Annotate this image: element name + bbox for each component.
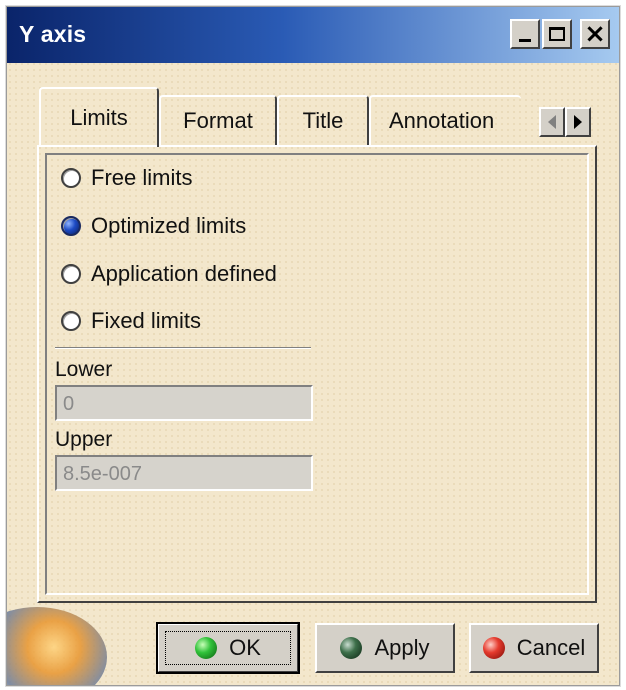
tab-scroll-right-button[interactable] [565,107,591,137]
radio-label: Application defined [91,261,277,286]
tab-label: Limits [70,105,128,130]
window-title: Y axis [19,21,87,47]
apply-label: Apply [374,635,430,660]
maximize-icon [549,27,565,41]
radio-label: Optimized limits [91,213,247,238]
arrow-right-icon [574,115,582,129]
tab-annotation[interactable]: Annotation [369,95,521,145]
cancel-button[interactable]: Cancel [469,623,599,673]
ok-button[interactable]: OK [156,622,300,674]
cancel-label: Cancel [516,635,586,660]
tab-bar: Limits Format Title Annotation [35,87,595,147]
radio-label: Free limits [91,165,193,190]
tab-limits[interactable]: Limits [39,87,159,147]
maximize-button[interactable] [542,19,572,49]
tab-label: Title [302,108,344,133]
lower-label: Lower [55,358,113,381]
dark-green-ball-icon [340,637,363,659]
limits-panel-inner: Free limits Optimized limits Application… [45,153,589,595]
radio-label: Fixed limits [91,308,202,333]
minimize-button[interactable] [510,19,540,49]
close-icon: × [584,19,606,49]
tab-scroll-left-button[interactable] [539,107,565,137]
close-button[interactable]: × [580,19,610,49]
minimize-icon [519,38,531,42]
dialog-window: Y axis × Limits Format Title Annotation … [6,6,620,686]
limits-panel: Free limits Optimized limits Application… [37,145,597,603]
upper-limit-field: 8.5e-007 [55,455,313,491]
tab-label: Format [183,108,253,133]
tab-label: Annotation [389,108,495,133]
title-bar[interactable]: Y axis × [7,7,619,63]
radio-button-icon[interactable] [61,264,81,284]
radio-button-checked-icon[interactable] [61,216,81,236]
apply-button[interactable]: Apply [315,623,455,673]
tab-title[interactable]: Title [277,95,369,145]
radio-button-icon[interactable] [61,311,81,331]
upper-label: Upper [55,428,113,451]
radio-fixed-limits[interactable]: Fixed limits [61,308,201,334]
radio-optimized-limits[interactable]: Optimized limits [61,213,246,239]
separator [55,347,311,349]
radio-free-limits[interactable]: Free limits [61,165,192,191]
lower-limit-field: 0 [55,385,313,421]
focus-rectangle [165,631,291,665]
app-logo-icon [7,607,107,685]
arrow-left-icon [548,115,556,129]
radio-button-icon[interactable] [61,168,81,188]
tab-format[interactable]: Format [159,95,277,145]
radio-application-defined[interactable]: Application defined [61,261,277,287]
red-ball-icon [482,637,505,659]
